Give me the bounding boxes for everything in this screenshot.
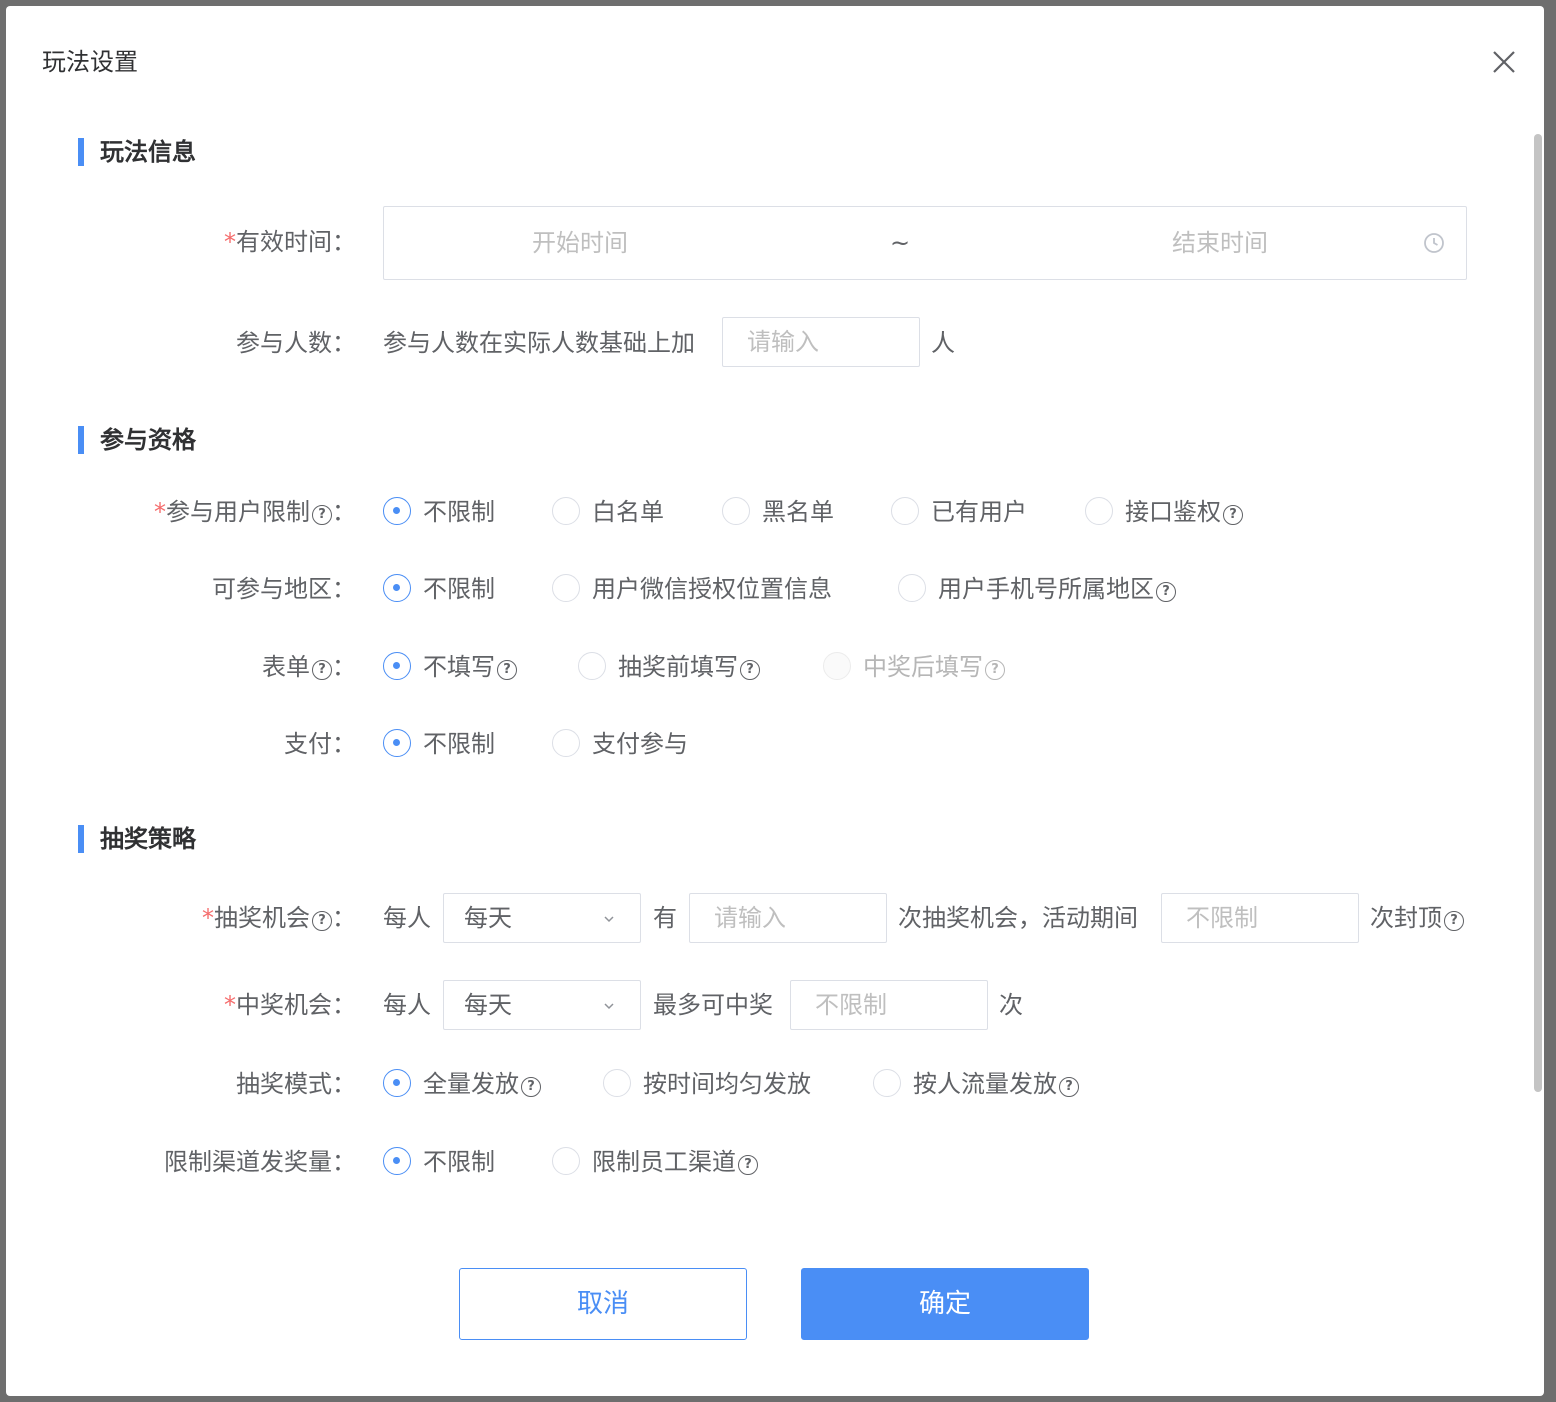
- win-chance-period-select[interactable]: 每天: [443, 980, 641, 1030]
- radio-icon: [722, 497, 750, 525]
- radio-icon: [383, 729, 411, 757]
- valid-time-label: *有效时间：: [224, 228, 356, 256]
- radio-icon: [383, 1069, 411, 1097]
- user-limit-option-existing-users[interactable]: 已有用户: [891, 494, 1027, 530]
- draw-chance-label: *抽奖机会?：: [202, 904, 356, 932]
- required-mark: *: [154, 498, 166, 526]
- win-chance-label: *中奖机会：: [224, 991, 356, 1019]
- help-icon[interactable]: ?: [1444, 911, 1464, 931]
- draw-chance-mid-text: 次抽奖机会，活动期间: [898, 904, 1138, 932]
- help-icon: ?: [985, 660, 1005, 680]
- user-limit-option-api-auth[interactable]: 接口鉴权?: [1085, 494, 1243, 530]
- cancel-button[interactable]: 取消: [459, 1268, 747, 1340]
- help-icon[interactable]: ?: [738, 1155, 758, 1175]
- draw-mode-option-full[interactable]: 全量发放?: [383, 1066, 541, 1102]
- help-icon[interactable]: ?: [312, 911, 332, 931]
- confirm-button[interactable]: 确定: [801, 1268, 1089, 1340]
- radio-icon: [552, 1147, 580, 1175]
- dialog-title: 玩法设置: [42, 48, 138, 76]
- help-icon[interactable]: ?: [521, 1077, 541, 1097]
- radio-icon: [552, 574, 580, 602]
- radio-icon: [891, 497, 919, 525]
- user-limit-label: *参与用户限制?：: [154, 498, 356, 526]
- draw-mode-option-traffic[interactable]: 按人流量发放?: [873, 1066, 1079, 1102]
- draw-chance-count-input[interactable]: 请输入: [689, 893, 887, 943]
- channel-limit-label: 限制渠道发奖量：: [164, 1148, 356, 1176]
- participants-label: 参与人数：: [236, 329, 356, 357]
- radio-icon: [383, 652, 411, 680]
- required-mark: *: [224, 991, 236, 1019]
- play-settings-dialog: 玩法设置 玩法信息 *有效时间： 开始时间 ~ 结束时间 参与人数： 参与人数在…: [6, 6, 1544, 1396]
- radio-icon: [1085, 497, 1113, 525]
- channel-limit-option-staff[interactable]: 限制员工渠道?: [552, 1144, 758, 1180]
- end-time-input[interactable]: 结束时间: [1172, 225, 1268, 261]
- radio-icon: [383, 574, 411, 602]
- region-option-wechat-location[interactable]: 用户微信授权位置信息: [552, 571, 832, 607]
- participants-suffix: 人: [931, 329, 955, 357]
- form-label: 表单?：: [262, 653, 356, 681]
- win-chance-per-person: 每人: [383, 991, 431, 1019]
- radio-icon: [578, 652, 606, 680]
- win-chance-max-text: 最多可中奖: [653, 991, 773, 1019]
- section-title-eligibility: 参与资格: [78, 425, 196, 455]
- scrollbar[interactable]: [1534, 134, 1542, 1092]
- draw-chance-suffix: 次封顶?: [1370, 900, 1464, 936]
- user-limit-option-blacklist[interactable]: 黑名单: [722, 494, 834, 530]
- radio-icon: [873, 1069, 901, 1097]
- range-separator: ~: [890, 229, 911, 257]
- user-limit-option-unlimited[interactable]: 不限制: [383, 494, 495, 530]
- valid-time-range-picker[interactable]: 开始时间 ~ 结束时间: [383, 206, 1467, 280]
- win-chance-suffix: 次: [999, 991, 1023, 1019]
- participants-input[interactable]: 请输入: [722, 317, 920, 367]
- draw-mode-option-time-even[interactable]: 按时间均匀发放: [603, 1066, 811, 1102]
- draw-chance-has: 有: [653, 904, 677, 932]
- radio-icon: [552, 729, 580, 757]
- region-option-phone-region[interactable]: 用户手机号所属地区?: [898, 571, 1176, 607]
- user-limit-option-whitelist[interactable]: 白名单: [552, 494, 664, 530]
- form-option-none[interactable]: 不填写?: [383, 649, 517, 685]
- chevron-down-icon: [604, 1003, 614, 1010]
- region-option-unlimited[interactable]: 不限制: [383, 571, 495, 607]
- form-option-after-win: 中奖后填写?: [823, 649, 1005, 685]
- payment-option-pay-to-join[interactable]: 支付参与: [552, 726, 688, 762]
- chevron-down-icon: [604, 916, 614, 923]
- radio-icon: [383, 1147, 411, 1175]
- participants-prefix: 参与人数在实际人数基础上加: [383, 329, 695, 357]
- section-title-info: 玩法信息: [78, 137, 196, 167]
- payment-label: 支付：: [284, 730, 356, 758]
- help-icon[interactable]: ?: [1156, 582, 1176, 602]
- form-option-before-draw[interactable]: 抽奖前填写?: [578, 649, 760, 685]
- section-title-strategy: 抽奖策略: [78, 824, 196, 854]
- radio-icon: [552, 497, 580, 525]
- close-button[interactable]: [1488, 46, 1520, 78]
- help-icon[interactable]: ?: [1223, 505, 1243, 525]
- radio-icon: [383, 497, 411, 525]
- help-icon[interactable]: ?: [312, 505, 332, 525]
- start-time-input[interactable]: 开始时间: [532, 225, 628, 261]
- draw-mode-label: 抽奖模式：: [236, 1070, 356, 1098]
- required-mark: *: [202, 904, 214, 932]
- channel-limit-option-unlimited[interactable]: 不限制: [383, 1144, 495, 1180]
- win-chance-max-input[interactable]: 不限制: [790, 980, 988, 1030]
- radio-icon: [603, 1069, 631, 1097]
- radio-icon: [898, 574, 926, 602]
- draw-chance-cap-input[interactable]: 不限制: [1161, 893, 1359, 943]
- help-icon[interactable]: ?: [497, 660, 517, 680]
- close-icon: [1493, 51, 1515, 73]
- help-icon[interactable]: ?: [740, 660, 760, 680]
- required-mark: *: [224, 228, 236, 256]
- draw-chance-period-select[interactable]: 每天: [443, 893, 641, 943]
- region-label: 可参与地区：: [212, 575, 356, 603]
- payment-option-unlimited[interactable]: 不限制: [383, 726, 495, 762]
- clock-icon: [1424, 233, 1444, 253]
- draw-chance-per-person: 每人: [383, 904, 431, 932]
- help-icon[interactable]: ?: [312, 660, 332, 680]
- radio-icon: [823, 652, 851, 680]
- help-icon[interactable]: ?: [1059, 1077, 1079, 1097]
